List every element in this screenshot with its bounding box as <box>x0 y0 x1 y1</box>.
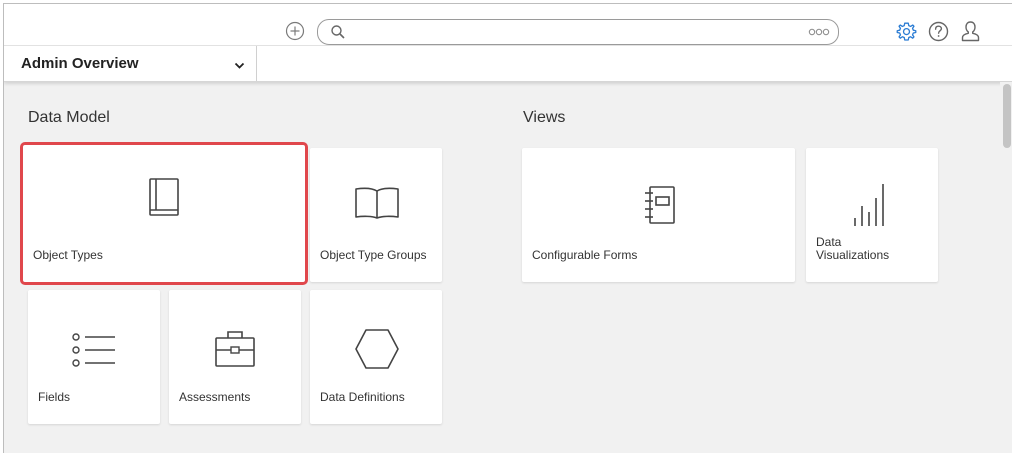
section-title-data-model: Data Model <box>28 109 110 126</box>
tile-label: Configurable Forms <box>532 248 638 262</box>
tile-data-visualizations[interactable]: Data Visualizations <box>806 148 938 282</box>
tile-label: Data Visualizations <box>816 235 890 262</box>
tile-label: Fields <box>38 390 71 404</box>
app-window: Admin Overview Data Model Views Object T… <box>3 3 1012 453</box>
tile-assessments[interactable]: Assessments <box>169 290 301 424</box>
tile-fields[interactable]: Fields <box>28 290 160 424</box>
briefcase-icon <box>215 331 255 367</box>
help-icon[interactable] <box>928 21 949 42</box>
top-header <box>4 4 1012 46</box>
bar-chart-icon <box>854 184 884 226</box>
tile-object-type-groups[interactable]: Object Type Groups <box>310 148 442 282</box>
search-icon[interactable] <box>330 24 346 40</box>
section-title-views: Views <box>523 109 566 126</box>
tile-label: Data Definitions <box>320 390 405 404</box>
tile-label: Object Types <box>33 248 103 262</box>
dashboard-dropdown[interactable]: Admin Overview <box>4 46 257 81</box>
more-icon[interactable] <box>808 28 830 36</box>
gear-icon[interactable] <box>896 21 917 42</box>
tile-label: Assessments <box>179 390 251 404</box>
dashboard-dropdown-label: Admin Overview <box>21 55 139 72</box>
tile-label: Object Type Groups <box>320 248 427 262</box>
user-icon[interactable] <box>960 20 981 42</box>
global-search[interactable] <box>317 19 839 45</box>
chevron-down-icon[interactable] <box>234 62 245 70</box>
list-icon <box>72 333 115 367</box>
tile-data-definitions[interactable]: Data Definitions <box>310 290 442 424</box>
hexagon-icon <box>355 329 399 369</box>
dashboard-bar: Admin Overview <box>4 46 1012 82</box>
search-input[interactable] <box>352 22 796 42</box>
tile-object-types[interactable]: Object Types <box>20 142 308 285</box>
book-icon <box>149 178 179 216</box>
tile-configurable-forms[interactable]: Configurable Forms <box>522 148 795 282</box>
open-book-icon <box>355 187 399 219</box>
scrollbar-thumb[interactable] <box>1003 84 1011 148</box>
plus-circle-icon[interactable] <box>285 21 305 41</box>
form-notebook-icon <box>645 186 675 224</box>
